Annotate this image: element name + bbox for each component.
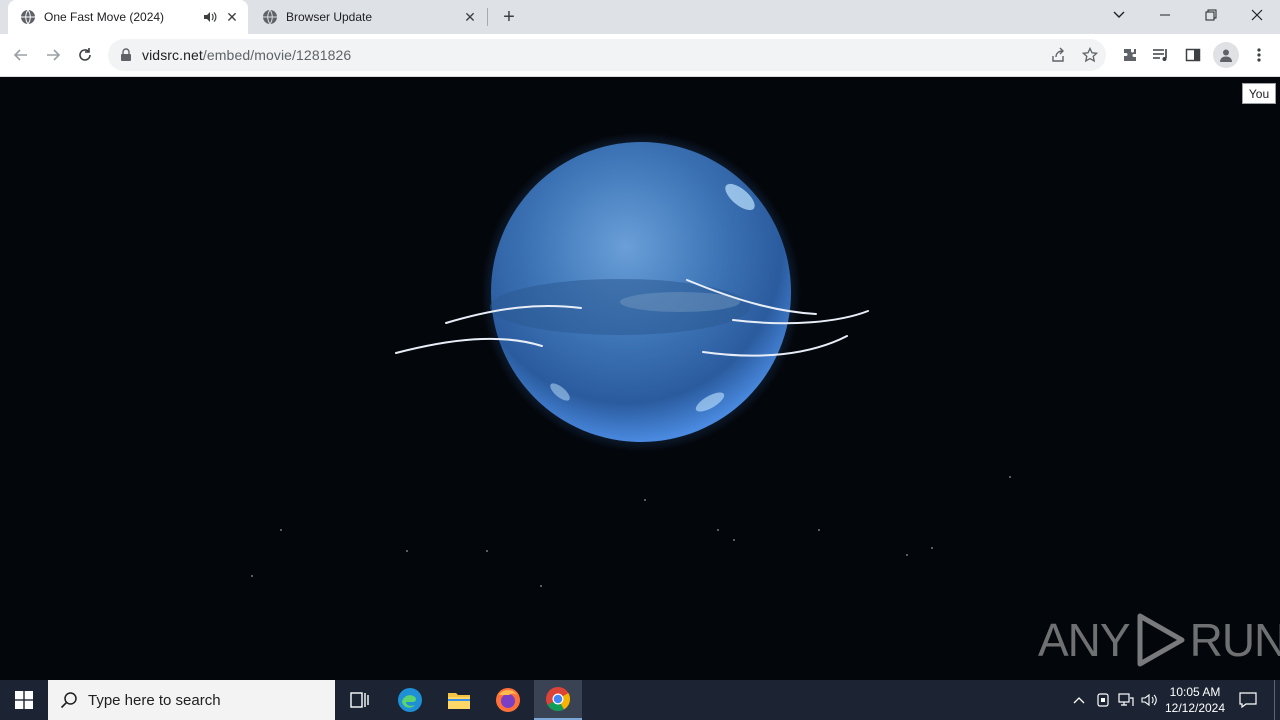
clock-time: 10:05 AM <box>1169 685 1221 699</box>
show-hidden-icons-chevron-icon[interactable] <box>1068 680 1090 720</box>
stars <box>251 476 1011 587</box>
back-button[interactable] <box>6 40 36 70</box>
tab-divider <box>487 8 488 26</box>
url-host: vidsrc.net <box>142 47 203 63</box>
forward-button[interactable] <box>38 40 68 70</box>
firefox-icon <box>496 688 520 712</box>
notification-center-icon[interactable] <box>1234 680 1262 720</box>
screen: { "browser": { "tabs": [ {"title": "One … <box>0 0 1280 720</box>
chrome-icon <box>546 687 571 712</box>
minimize-button[interactable] <box>1142 0 1188 30</box>
edge-icon <box>398 688 422 712</box>
search-icon <box>60 692 77 709</box>
url-text: vidsrc.net/embed/movie/1281826 <box>142 39 351 71</box>
reload-button[interactable] <box>70 40 100 70</box>
network-icon[interactable] <box>1115 680 1137 720</box>
video-player[interactable] <box>0 77 1280 680</box>
device-icon[interactable] <box>1092 680 1114 720</box>
share-icon[interactable] <box>1048 45 1068 65</box>
side-panel-icon[interactable] <box>1178 40 1208 70</box>
volume-icon[interactable] <box>1139 680 1161 720</box>
chrome-taskbar-button[interactable] <box>534 680 582 720</box>
tab-browser-update[interactable]: Browser Update ✕ <box>250 0 486 34</box>
show-desktop-button[interactable] <box>1274 680 1280 720</box>
search-placeholder: Type here to search <box>88 691 221 709</box>
profile-avatar[interactable] <box>1213 42 1239 68</box>
play-logo-icon <box>1137 613 1185 667</box>
profile-tooltip: You <box>1242 83 1276 104</box>
globe-icon <box>20 9 36 25</box>
close-window-button[interactable] <box>1234 0 1280 30</box>
windows-logo-icon <box>15 691 33 709</box>
task-view-button[interactable] <box>336 680 384 720</box>
tab-strip: One Fast Move (2024) ✕ Browser Update ✕ … <box>0 0 1280 34</box>
chrome-menu-icon[interactable] <box>1244 40 1274 70</box>
restore-button[interactable] <box>1188 0 1234 30</box>
clock-date: 12/12/2024 <box>1164 701 1226 715</box>
bookmark-star-icon[interactable] <box>1080 45 1100 65</box>
tab-title: Browser Update <box>286 10 373 24</box>
media-controls-icon[interactable] <box>1146 40 1176 70</box>
tab-search-chevron-icon[interactable] <box>1096 0 1142 30</box>
windows-taskbar: Type here to search 10:05 AM 12/12/2024 <box>0 680 1280 720</box>
anyrun-watermark: ANY RUN <box>1038 610 1280 670</box>
lock-icon[interactable] <box>120 48 132 62</box>
taskbar-search-box[interactable]: Type here to search <box>48 680 335 720</box>
globe-icon <box>262 9 278 25</box>
watermark-left-text: ANY <box>1038 614 1131 666</box>
close-tab-icon[interactable]: ✕ <box>224 9 240 25</box>
taskbar-clock[interactable]: 10:05 AM 12/12/2024 <box>1160 680 1230 720</box>
browser-toolbar: vidsrc.net/embed/movie/1281826 <box>0 34 1280 77</box>
firefox-taskbar-button[interactable] <box>484 680 532 720</box>
planet-animation <box>251 132 1011 587</box>
close-tab-icon[interactable]: ✕ <box>462 9 478 25</box>
folder-icon <box>448 693 470 709</box>
file-explorer-taskbar-button[interactable] <box>435 680 483 720</box>
new-tab-button[interactable]: + <box>498 6 520 28</box>
extensions-icon[interactable] <box>1115 40 1145 70</box>
tab-title: One Fast Move (2024) <box>44 10 165 24</box>
url-path: /embed/movie/1281826 <box>202 47 352 63</box>
audio-playing-icon[interactable] <box>202 9 218 25</box>
address-bar[interactable]: vidsrc.net/embed/movie/1281826 <box>108 39 1106 71</box>
task-view-icon <box>350 692 369 708</box>
edge-taskbar-button[interactable] <box>386 680 434 720</box>
start-button[interactable] <box>0 680 48 720</box>
tab-one-fast-move[interactable]: One Fast Move (2024) ✕ <box>8 0 248 34</box>
watermark-right-text: RUN <box>1189 614 1280 666</box>
